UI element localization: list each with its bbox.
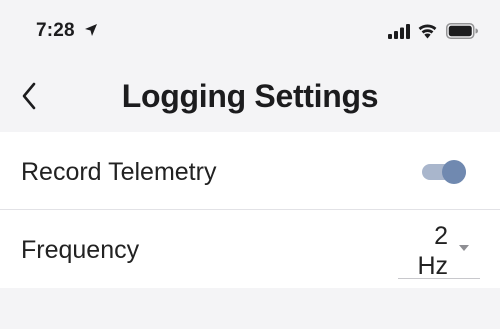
chevron-down-icon	[459, 245, 469, 251]
nav-bar: Logging Settings	[0, 60, 500, 132]
frequency-select[interactable]: 2 Hz	[398, 218, 480, 280]
frequency-value: 2	[434, 222, 448, 250]
battery-icon	[446, 23, 478, 39]
frequency-label: Frequency	[21, 236, 140, 264]
settings-list: Record Telemetry Frequency 2 Hz	[0, 132, 500, 288]
record-telemetry-toggle[interactable]	[422, 160, 466, 184]
status-time: 7:28	[36, 20, 75, 41]
wifi-icon	[418, 24, 437, 39]
status-bar: 7:28	[0, 0, 500, 60]
select-underline	[398, 278, 480, 279]
page-title: Logging Settings	[121, 78, 379, 114]
location-arrow-icon	[85, 24, 97, 36]
record-telemetry-label: Record Telemetry	[21, 158, 217, 186]
toggle-thumb	[442, 160, 466, 184]
frequency-unit: Hz	[417, 252, 448, 280]
frequency-row: Frequency 2 Hz	[0, 210, 500, 288]
record-telemetry-row: Record Telemetry	[0, 132, 500, 210]
cellular-signal-icon	[388, 24, 410, 39]
